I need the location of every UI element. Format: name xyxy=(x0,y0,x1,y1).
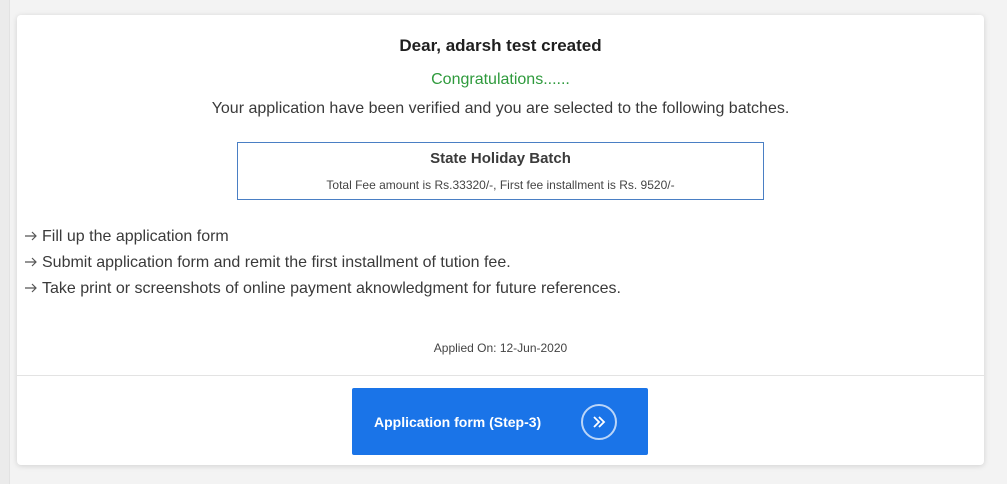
instruction-item: Submit application form and remit the fi… xyxy=(24,249,621,275)
instruction-text: Take print or screenshots of online paym… xyxy=(42,280,621,297)
double-chevron-right-icon xyxy=(581,404,617,440)
cta-label: Application form (Step-3) xyxy=(374,414,542,430)
instruction-item: Fill up the application form xyxy=(24,223,621,249)
instruction-text: Fill up the application form xyxy=(42,228,229,245)
instruction-text: Submit application form and remit the fi… xyxy=(42,254,511,271)
batch-info-box: State Holiday Batch Total Fee amount is … xyxy=(237,142,764,200)
greeting-heading: Dear, adarsh test created xyxy=(399,36,602,55)
right-arrow-icon xyxy=(24,223,38,249)
page: Dear, adarsh test created Congratulation… xyxy=(0,0,1007,484)
congratulations-text: Congratulations...... xyxy=(431,71,570,88)
batch-name: State Holiday Batch xyxy=(430,150,571,167)
divider xyxy=(17,375,984,376)
instructions-list: Fill up the application form Submit appl… xyxy=(24,223,621,301)
verification-message: Your application have been verified and … xyxy=(211,100,790,117)
right-arrow-icon xyxy=(24,275,38,301)
applied-on-date: Applied On: 12-Jun-2020 xyxy=(433,341,568,355)
right-arrow-icon xyxy=(24,249,38,275)
left-edge-panel xyxy=(0,0,10,484)
application-form-step3-button[interactable]: Application form (Step-3) xyxy=(352,388,648,455)
instruction-item: Take print or screenshots of online paym… xyxy=(24,275,621,301)
batch-fee-text: Total Fee amount is Rs.33320/-, First fe… xyxy=(326,178,675,192)
application-status-card: Dear, adarsh test created Congratulation… xyxy=(17,15,984,465)
